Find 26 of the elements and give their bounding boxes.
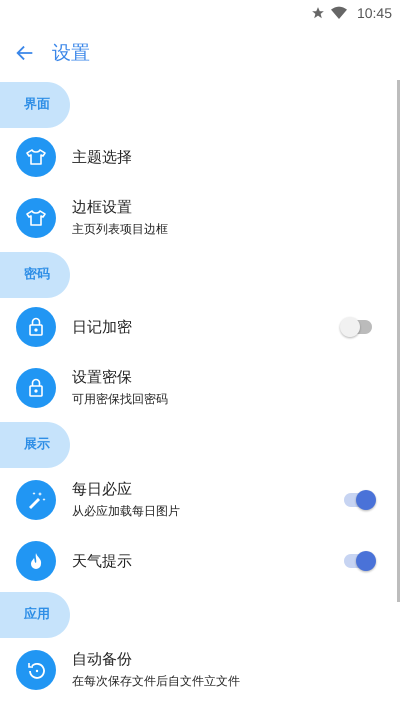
star-icon [310,6,325,20]
lock-icon [16,307,56,347]
flame-icon [16,541,56,581]
section-header: 界面 [0,82,70,128]
setting-title: 日记加密 [72,318,133,336]
status-time: 10:45 [356,5,392,21]
page-title: 设置 [52,41,90,66]
setting-title: 每日必应 [72,480,133,499]
shirt-icon [16,198,56,238]
setting-title: 自动备份 [72,650,133,669]
setting-title: 天气提示 [72,552,133,570]
wifi-icon [330,6,347,20]
section-header: 展示 [0,422,70,468]
wand-icon [16,480,56,520]
restore-icon [16,650,56,690]
setting-title: 设置密保 [72,368,133,387]
setting-description: 主页列表项目边框 [72,221,169,238]
section-header: 应用 [0,592,70,638]
setting-description: 从必应加载每日图片 [72,503,181,520]
shirt-icon [16,137,56,177]
section-header: 密码 [0,252,70,298]
setting-title: 边框设置 [72,198,133,217]
setting-title: 主题选择 [72,148,133,166]
setting-description: 可用密保找回密码 [72,391,169,408]
lock-icon [16,368,56,408]
setting-description: 在每次保存文件后自文件立文件 [72,673,241,690]
